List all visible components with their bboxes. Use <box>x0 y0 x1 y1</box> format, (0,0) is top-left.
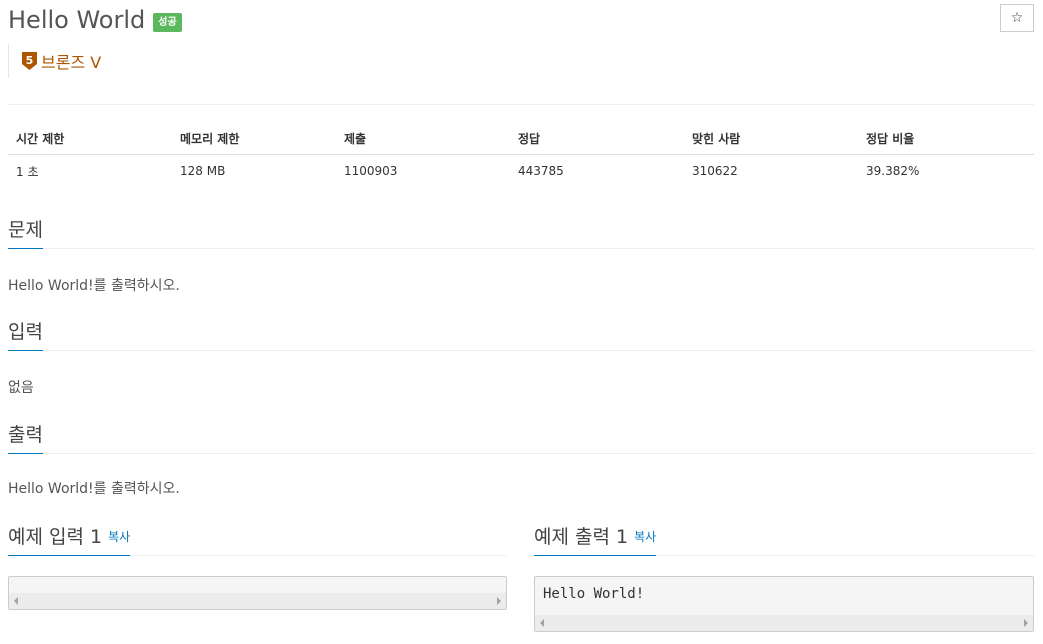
sample-input-headline: 예제 입력 1 복사 <box>8 522 507 556</box>
value-accepted[interactable]: 443785 <box>510 155 684 188</box>
sample-output-heading: 예제 출력 1 복사 <box>534 522 657 556</box>
status-badge: 성공 <box>153 12 182 32</box>
header-submissions: 제출 <box>336 122 510 155</box>
header-accept-ratio: 정답 비율 <box>858 122 1034 155</box>
bronze-5-tier-icon: 5 <box>22 52 37 70</box>
header-time-limit: 시간 제한 <box>8 122 172 155</box>
value-memory-limit: 128 MB <box>180 164 226 178</box>
scroll-left-arrow-icon[interactable] <box>14 597 18 605</box>
copy-sample-input-link[interactable]: 복사 <box>108 530 130 544</box>
input-heading: 입력 <box>8 317 43 351</box>
scroll-right-arrow-icon[interactable] <box>1024 619 1028 627</box>
header-memory-limit: 메모리 제한 <box>172 122 336 155</box>
tier-number: 5 <box>26 54 34 67</box>
sample-input-heading: 예제 입력 1 복사 <box>8 522 131 556</box>
value-time-limit: 1 초 <box>16 164 39 179</box>
sample-output-content: Hello World! <box>543 586 645 602</box>
header-solved-users: 맞힌 사람 <box>684 122 858 155</box>
problem-section-headline: 문제 <box>8 215 1034 249</box>
problem-heading: 문제 <box>8 215 43 249</box>
output-heading: 출력 <box>8 420 43 454</box>
table-row: 1 초 128 MB 1100903 443785 310622 39.382% <box>8 155 1034 188</box>
value-submissions[interactable]: 1100903 <box>336 155 510 188</box>
sample-input-box[interactable] <box>8 576 507 610</box>
sample-output-title: 예제 출력 1 <box>534 526 629 548</box>
header-accepted: 정답 <box>510 122 684 155</box>
divider <box>8 104 1034 105</box>
input-section-headline: 입력 <box>8 317 1034 351</box>
tier-label[interactable]: 브론즈 V <box>41 49 101 73</box>
sample-output-headline: 예제 출력 1 복사 <box>534 522 1034 556</box>
horizontal-scrollbar[interactable] <box>535 615 1033 631</box>
output-description: Hello World!를 출력하시오. <box>8 481 180 497</box>
input-description: 없음 <box>8 380 34 396</box>
copy-sample-output-link[interactable]: 복사 <box>634 530 656 544</box>
sample-input-content <box>9 577 506 593</box>
value-solved-users[interactable]: 310622 <box>684 155 858 188</box>
output-section-headline: 출력 <box>8 420 1034 454</box>
sample-input-title: 예제 입력 1 <box>8 526 103 548</box>
problem-info-table: 시간 제한 메모리 제한 제출 정답 맞힌 사람 정답 비율 1 초 128 M… <box>8 122 1034 187</box>
scroll-left-arrow-icon[interactable] <box>540 619 544 627</box>
value-accept-ratio: 39.382% <box>866 164 920 178</box>
tier-row: 5 브론즈 V <box>8 44 101 78</box>
problem-title: Hello World <box>8 6 146 34</box>
star-button[interactable]: ☆ <box>1000 4 1034 32</box>
problem-description: Hello World!를 출력하시오. <box>8 278 180 294</box>
horizontal-scrollbar[interactable] <box>9 593 506 609</box>
table-header-row: 시간 제한 메모리 제한 제출 정답 맞힌 사람 정답 비율 <box>8 122 1034 155</box>
scroll-right-arrow-icon[interactable] <box>497 597 501 605</box>
star-icon: ☆ <box>1010 10 1024 26</box>
sample-output-box[interactable]: Hello World! <box>534 576 1034 632</box>
title-row: Hello World 성공 <box>8 4 182 36</box>
